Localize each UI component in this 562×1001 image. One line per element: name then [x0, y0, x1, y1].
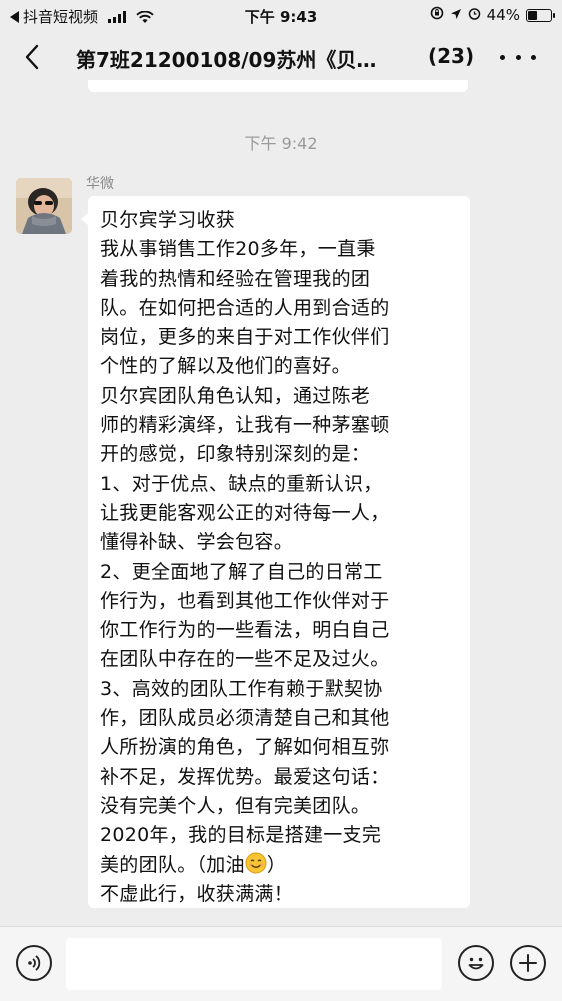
- message-line: 2、更全面地了解了自己的日常工: [100, 560, 383, 583]
- message-line: 师的精彩演绎，让我有一种茅塞顿: [100, 414, 390, 437]
- message-line: 作，团队成员必须清楚自己和其他: [100, 707, 390, 730]
- message-line: 1、对于优点、缺点的重新认识，: [100, 472, 383, 495]
- sender-name: 华微: [86, 176, 114, 192]
- battery-icon: [526, 8, 555, 22]
- plus-icon: [519, 954, 537, 972]
- message-line: 开的感觉，印象特别深刻的是：: [100, 443, 371, 466]
- message-line: 我从事销售工作20多年，一直秉: [100, 238, 376, 261]
- message-line: 3、高效的团队工作有赖于默契协: [100, 677, 383, 700]
- message-line: 贝尔宾学习收获: [100, 209, 236, 231]
- previous-message-bubble[interactable]: [88, 80, 468, 92]
- message-line: 个性的了解以及他们的喜好。: [100, 355, 351, 378]
- message-line: 岗位，更多的来自于对工作伙伴们: [100, 326, 390, 349]
- status-bar: 抖音短视频 下午 9:43 44%: [0, 0, 562, 30]
- status-right: 44%: [430, 6, 555, 24]
- message-line: 让我更能客观公正的对待每一人，: [100, 501, 390, 524]
- message-line: 在团队中存在的一些不足及过火。: [100, 648, 390, 671]
- message-line-text: 美的团队。（加油: [100, 853, 245, 876]
- message-line: 补不足，发挥优势。最爱这句话：: [100, 765, 390, 788]
- chat-title: 第7班21200108/09苏州《贝…: [76, 48, 377, 72]
- battery-percent: 44%: [486, 6, 520, 24]
- message-line: 不虚此行，收获满满！: [100, 882, 294, 905]
- message-line: 贝尔宾团队角色认知，通过陈老: [100, 384, 371, 407]
- chat-header: 第7班21200108/09苏州《贝… (23): [0, 30, 562, 84]
- orientation-lock-icon: [430, 6, 444, 24]
- smiling-face-emoji: [245, 852, 267, 874]
- message-line: 懂得补缺、学会包容。: [100, 531, 294, 554]
- more-dots-icon: [500, 54, 505, 60]
- message-line: 作行为，也看到其他工作伙伴对于: [100, 589, 390, 612]
- message-line: 2020年，我的目标是搭建一支完: [100, 824, 382, 847]
- message-line: 着我的热情和经验在管理我的团: [100, 267, 371, 290]
- member-count: (23): [428, 44, 475, 68]
- message-line: 你工作行为的一些看法，明白自己: [100, 619, 390, 642]
- emoji-icon: [468, 957, 484, 970]
- message-line: 人所扮演的角色，了解如何相互弥: [100, 736, 390, 759]
- emoji-button[interactable]: [458, 945, 494, 981]
- plus-button[interactable]: [510, 945, 546, 981]
- location-icon: [450, 6, 462, 24]
- voice-icon: [28, 955, 41, 971]
- message-line: 队。在如何把合适的人用到合适的: [100, 296, 390, 319]
- alarm-icon: [468, 6, 481, 24]
- message-line-tail: ）: [266, 853, 287, 876]
- message-line-with-emoji: 美的团队。（加油 ）: [100, 851, 460, 880]
- message-line: 没有完美个人，但有完美团队。: [100, 794, 371, 817]
- back-button[interactable]: [18, 42, 48, 72]
- avatar[interactable]: [16, 178, 72, 234]
- chevron-left-icon: [25, 44, 39, 70]
- voice-button[interactable]: [16, 945, 52, 981]
- message-timestamp: 下午 9:42: [244, 134, 318, 153]
- message-bubble[interactable]: 贝尔宾学习收获 我从事销售工作20多年，一直秉 着我的热情和经验在管理我的团 队…: [81, 196, 470, 908]
- more-button[interactable]: [500, 44, 536, 70]
- input-bar: [0, 926, 562, 1001]
- message-input[interactable]: [66, 938, 442, 990]
